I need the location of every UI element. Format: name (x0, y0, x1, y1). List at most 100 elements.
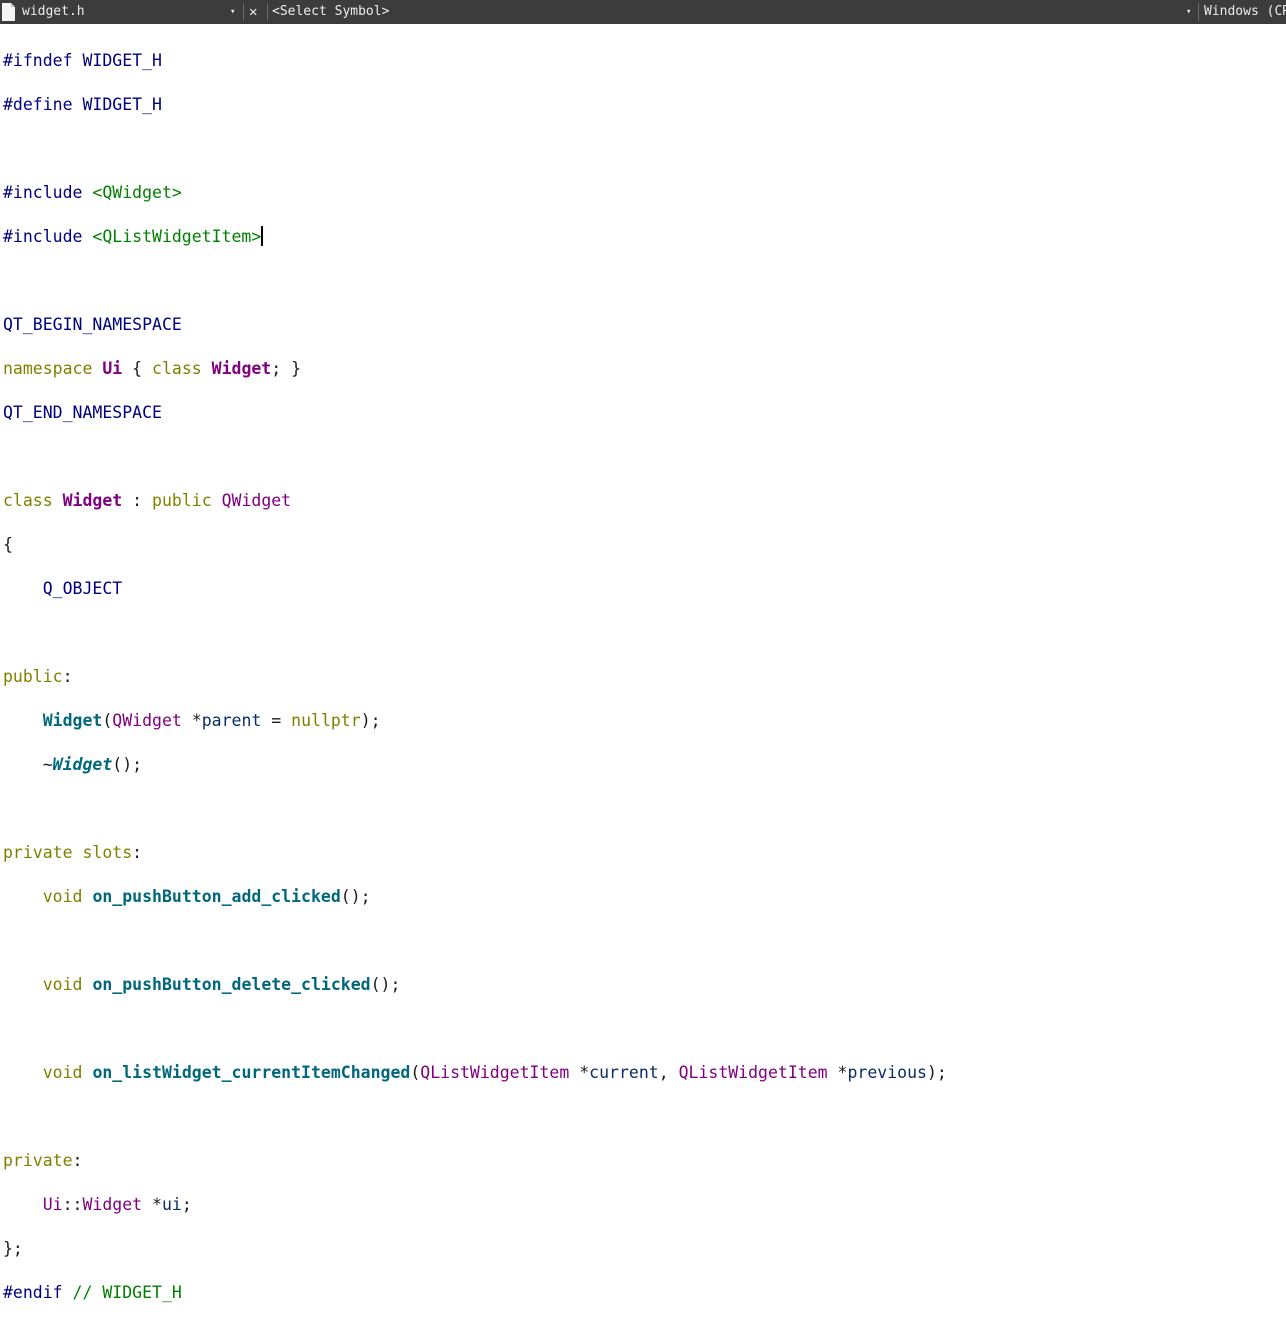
code-token: (); (340, 887, 371, 906)
code-token: slots (82, 843, 133, 862)
code-line: #define WIDGET_H (3, 94, 947, 116)
code-token: : (132, 843, 143, 862)
code-token: Ui (102, 359, 123, 378)
code-token: void (42, 975, 83, 994)
code-line: public: (3, 666, 947, 688)
code-token: ); (360, 711, 381, 730)
code-token: (); (112, 755, 143, 774)
code-token: : (72, 1151, 83, 1170)
code-token: { (3, 535, 13, 554)
code-line: void on_listWidget_currentItemChanged(QL… (3, 1062, 947, 1084)
code-token: :: (62, 1195, 83, 1214)
code-token: on_listWidget_currentItemChanged (92, 1063, 411, 1082)
code-token: * (569, 1063, 590, 1082)
code-token: : (122, 491, 153, 510)
code-token: #include (3, 183, 93, 202)
line-ending-selector[interactable]: Windows (CRLF) (1204, 0, 1286, 24)
code-token: parent (201, 711, 262, 730)
chevron-down-icon[interactable]: ▾ (230, 0, 235, 24)
code-token: nullptr (291, 711, 361, 730)
code-token: #include (3, 227, 93, 246)
code-token: #endif (3, 1283, 63, 1302)
code-line: void on_pushButton_delete_clicked(); (3, 974, 947, 996)
file-name[interactable]: widget.h (22, 0, 85, 24)
code-token: Widget (82, 1195, 143, 1214)
code-token: * (827, 1063, 848, 1082)
code-token: QT_BEGIN_NAMESPACE (3, 315, 182, 334)
code-line: Q_OBJECT (3, 578, 947, 600)
code-token: Widget (52, 755, 113, 774)
code-token: }; (3, 1239, 23, 1258)
code-line: ~Widget(); (3, 754, 947, 776)
code-token: ; } (271, 359, 302, 378)
code-token: current (589, 1063, 659, 1082)
code-line: namespace Ui { class Widget; } (3, 358, 947, 380)
code-token: <QWidget> (92, 183, 182, 202)
code-token: <QListWidgetItem> (92, 227, 262, 246)
code-token: #ifndef WIDGET_H (3, 51, 162, 70)
code-line: #endif // WIDGET_H (3, 1282, 947, 1304)
code-line: #include <QWidget> (3, 182, 947, 204)
code-token: { (122, 359, 153, 378)
code-token: ui (161, 1195, 182, 1214)
code-token: QWidget (221, 491, 292, 510)
code-line: { (3, 534, 947, 556)
code-token: class (3, 491, 53, 510)
code-token: ; (181, 1195, 192, 1214)
code-token: QListWidgetItem (420, 1063, 570, 1082)
code-token: * (181, 711, 202, 730)
code-line: Widget(QWidget *parent = nullptr); (3, 710, 947, 732)
close-icon[interactable]: ✕ (249, 0, 257, 24)
text-cursor (261, 226, 264, 246)
code-token: ( (102, 711, 113, 730)
code-line: Ui::Widget *ui; (3, 1194, 947, 1216)
code-token: void (42, 1063, 83, 1082)
code-token: Widget (211, 359, 272, 378)
code-line: void on_pushButton_add_clicked(); (3, 886, 947, 908)
chevron-down-icon[interactable]: ▾ (1186, 0, 1191, 24)
code-token: QT_END_NAMESPACE (3, 403, 162, 422)
code-token: previous (847, 1063, 927, 1082)
code-token: Widget (62, 491, 123, 510)
toolbar-divider (267, 3, 268, 21)
code-line: #include <QListWidgetItem> (3, 226, 947, 248)
code-token: public (152, 491, 212, 510)
code-token: on_pushButton_add_clicked (92, 887, 341, 906)
code-token: private (3, 1151, 73, 1170)
file-icon (2, 3, 15, 21)
code-token: (); (370, 975, 401, 994)
code-token: ( (410, 1063, 421, 1082)
code-token: private (3, 843, 73, 862)
code-token: Ui (42, 1195, 63, 1214)
code-token: void (42, 887, 83, 906)
code-token: namespace (3, 359, 93, 378)
code-line: private: (3, 1150, 947, 1172)
code-token: #define WIDGET_H (3, 95, 162, 114)
code-editor[interactable]: #ifndef WIDGET_H #define WIDGET_H #inclu… (3, 28, 947, 1326)
code-token: on_pushButton_delete_clicked (92, 975, 371, 994)
code-line: QT_END_NAMESPACE (3, 402, 947, 424)
code-line: }; (3, 1238, 947, 1260)
code-token: Q_OBJECT (42, 579, 123, 598)
toolbar-divider (1198, 3, 1199, 21)
symbol-selector[interactable]: <Select Symbol> (272, 0, 389, 24)
code-token: // WIDGET_H (72, 1283, 182, 1302)
toolbar-divider (243, 3, 244, 21)
